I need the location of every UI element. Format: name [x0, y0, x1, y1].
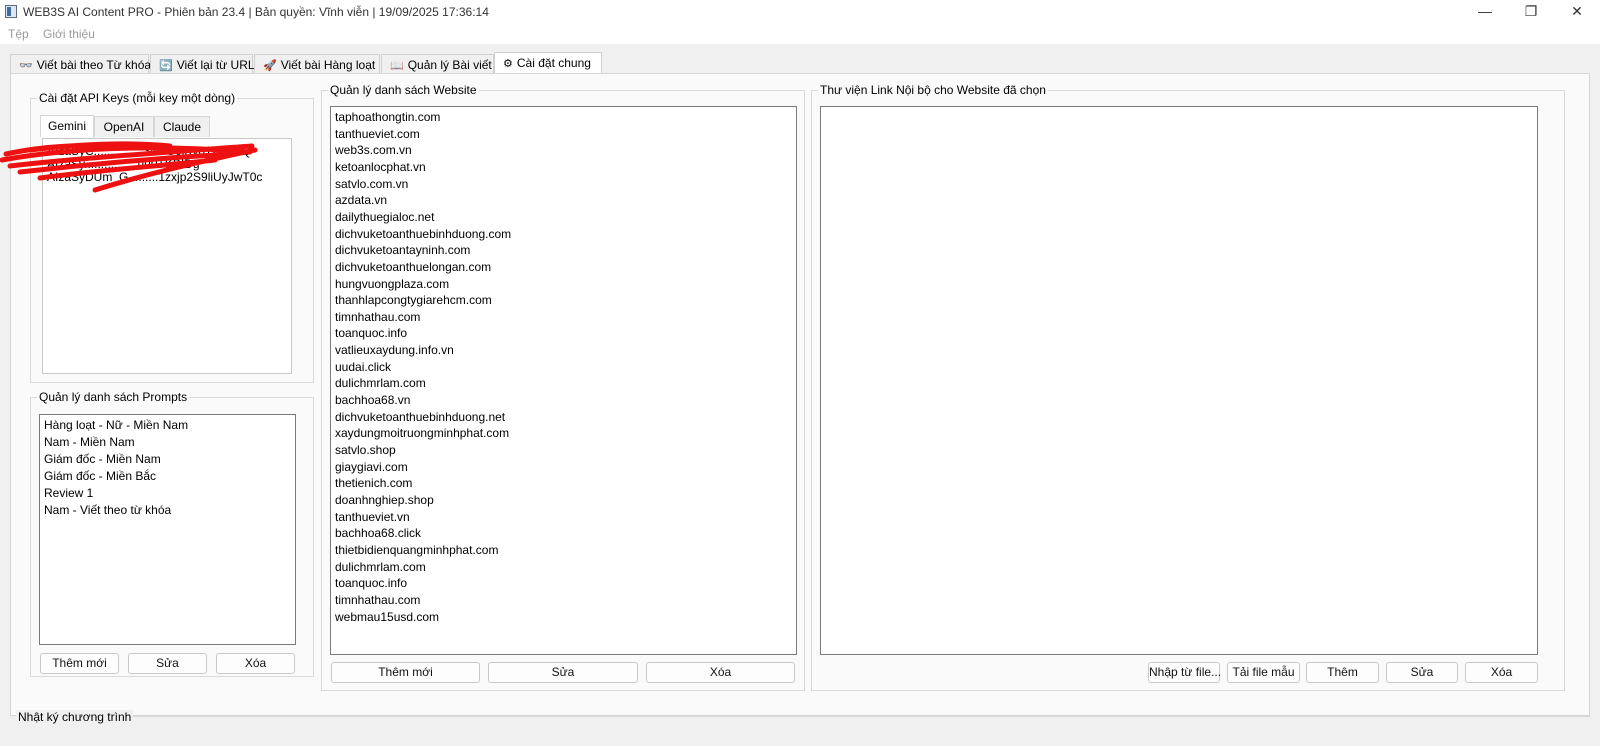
book-icon: 📖 — [390, 60, 404, 72]
list-item[interactable]: thanhlapcongtygiarehcm.com — [335, 292, 492, 309]
edit-link-button[interactable]: Sửa — [1386, 662, 1458, 683]
gear-icon: ⚙ — [503, 58, 513, 70]
list-item[interactable]: Review 1 — [44, 485, 93, 502]
refresh-icon: 🔄 — [159, 60, 173, 72]
list-item[interactable]: dichvuketoanthuebinhduong.net — [335, 409, 505, 426]
delete-link-button[interactable]: Xóa — [1465, 662, 1538, 683]
close-button[interactable]: ✕ — [1554, 0, 1600, 24]
add-prompt-button[interactable]: Thêm mới — [40, 653, 119, 674]
list-item[interactable]: web3s.com.vn — [335, 142, 412, 159]
delete-website-button[interactable]: Xóa — [646, 662, 795, 683]
list-item[interactable]: toanquoc.info — [335, 575, 407, 592]
menu-about[interactable]: Giới thiệu — [43, 27, 95, 41]
tab-label: Quản lý Bài viết — [407, 58, 492, 72]
list-item[interactable]: satvlo.com.vn — [335, 176, 408, 193]
maximize-button[interactable]: ❐ — [1508, 0, 1554, 24]
list-item[interactable]: timnhathau.com — [335, 309, 420, 326]
app-icon — [5, 5, 17, 18]
websites-title: Quản lý danh sách Website — [328, 83, 479, 97]
window-title: WEB3S AI Content PRO - Phiên bản 23.4 | … — [23, 5, 489, 19]
list-item[interactable]: hungvuongplaza.com — [335, 276, 449, 293]
list-item[interactable]: Nam - Miền Nam — [44, 434, 135, 451]
list-item[interactable]: giaygiavi.com — [335, 459, 408, 476]
add-website-button[interactable]: Thêm mới — [331, 662, 480, 683]
list-item[interactable]: dichvuketoantayninh.com — [335, 242, 470, 259]
tab-label: Viết bài theo Từ khóa — [36, 58, 152, 72]
api-keys-title: Cài đặt API Keys (mỗi key một dòng) — [37, 91, 238, 105]
tab-label: Viết lại từ URL — [176, 58, 255, 72]
internal-links-list[interactable] — [820, 106, 1538, 655]
add-link-button[interactable]: Thêm — [1306, 662, 1379, 683]
prompts-title: Quản lý danh sách Prompts — [37, 390, 190, 404]
list-item[interactable]: ketoanlocphat.vn — [335, 159, 426, 176]
tab-label: Cài đặt chung — [516, 56, 591, 70]
internal-links-title: Thư viện Link Nội bộ cho Website đã chọn — [818, 83, 1048, 97]
list-item[interactable]: Nam - Viết theo từ khóa — [44, 502, 171, 519]
list-item[interactable]: taphoathongtin.com — [335, 109, 440, 126]
glasses-icon: 👓 — [19, 60, 33, 72]
list-item[interactable]: vatlieuxaydung.info.vn — [335, 342, 454, 359]
api-keys-textarea[interactable]: AIzaSyC...............3lnvG0lKyo1Z7ABQ A… — [42, 138, 292, 374]
edit-website-button[interactable]: Sửa — [488, 662, 638, 683]
api-key-line: AIzaSyDUm_G.........1zxjp2S9liUyJwT0c — [47, 170, 263, 184]
api-keys-group: Cài đặt API Keys (mỗi key một dòng) Gemi… — [30, 91, 314, 383]
list-item[interactable]: bachhoa68.vn — [335, 392, 410, 409]
list-item[interactable]: dulichmrlam.com — [335, 375, 426, 392]
title-bar: WEB3S AI Content PRO - Phiên bản 23.4 | … — [0, 0, 1600, 24]
prompts-group: Quản lý danh sách Prompts Hàng loạt - Nữ… — [30, 390, 314, 677]
tab-label: Viết bài Hàng loạt — [280, 58, 376, 72]
minimize-button[interactable]: — — [1462, 0, 1508, 24]
list-item[interactable]: azdata.vn — [335, 192, 387, 209]
download-template-button[interactable]: Tải file mẫu — [1227, 662, 1300, 683]
internal-links-group: Thư viện Link Nội bộ cho Website đã chọn… — [811, 83, 1565, 691]
api-provider-tabs: Gemini OpenAI Claude AIzaSyC............… — [40, 115, 294, 377]
list-item[interactable]: satvlo.shop — [335, 442, 396, 459]
list-item[interactable]: Giám đốc - Miền Bắc — [44, 468, 156, 485]
delete-prompt-button[interactable]: Xóa — [216, 653, 295, 674]
list-item[interactable]: dichvuketoanthuelongan.com — [335, 259, 491, 276]
menu-bar: Tệp Giới thiệu — [0, 24, 1600, 44]
list-item[interactable]: doanhnghiep.shop — [335, 492, 434, 509]
log-title: Nhật ký chương trình — [16, 710, 134, 724]
list-item[interactable]: thietbidienquangminhphat.com — [335, 542, 498, 559]
websites-list[interactable]: taphoathongtin.com tanthueviet.com web3s.c… — [330, 106, 797, 655]
tab-openai[interactable]: OpenAI — [94, 116, 154, 137]
tab-claude[interactable]: Claude — [154, 116, 210, 137]
list-item[interactable]: tanthueviet.vn — [335, 509, 410, 526]
list-item[interactable]: thetienich.com — [335, 475, 412, 492]
list-item[interactable]: Hàng loạt - Nữ - Miền Nam — [44, 417, 188, 434]
import-file-button[interactable]: Nhập từ file... — [1148, 662, 1221, 683]
rocket-icon: 🚀 — [263, 60, 277, 72]
list-item[interactable]: timnhathau.com — [335, 592, 420, 609]
list-item[interactable]: dailythuegialoc.net — [335, 209, 434, 226]
websites-group: Quản lý danh sách Website taphoathongtin… — [321, 83, 805, 691]
list-item[interactable]: dulichmrlam.com — [335, 559, 426, 576]
list-item[interactable]: xaydungmoitruongminhphat.com — [335, 425, 509, 442]
menu-file[interactable]: Tệp — [8, 27, 29, 41]
log-section: Nhật ký chương trình — [10, 706, 1590, 746]
prompts-list[interactable]: Hàng loạt - Nữ - Miền Nam Nam - Miền Nam… — [39, 414, 296, 645]
tab-gemini[interactable]: Gemini — [40, 115, 94, 137]
list-item[interactable]: toanquoc.info — [335, 325, 407, 342]
list-item[interactable]: dichvuketoanthuebinhduong.com — [335, 226, 511, 243]
settings-panel: Cài đặt API Keys (mỗi key một dòng) Gemi… — [10, 73, 1590, 716]
list-item[interactable]: webmau15usd.com — [335, 609, 439, 626]
list-item[interactable]: Giám đốc - Miền Nam — [44, 451, 161, 468]
list-item[interactable]: tanthueviet.com — [335, 126, 420, 143]
edit-prompt-button[interactable]: Sửa — [128, 653, 207, 674]
list-item[interactable]: uudai.click — [335, 359, 391, 376]
log-divider — [16, 716, 1590, 717]
list-item[interactable]: bachhoa68.click — [335, 525, 421, 542]
